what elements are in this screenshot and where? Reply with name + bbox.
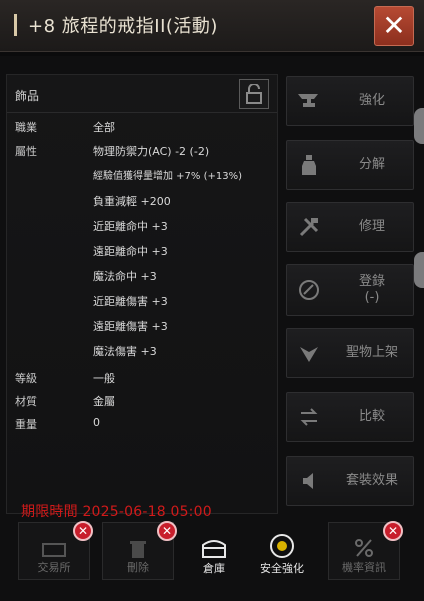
expire-time: 期限時間 2025-06-18 05:00 [21,504,212,520]
attr-value: 遠距離傷害 +3 [93,320,168,333]
attr-value: 魔法命中 +3 [93,270,157,283]
attr-value: 經驗值獲得量增加 +7% (+13%) [93,171,243,182]
close-button[interactable]: ✕ [374,6,414,46]
register-label: 登錄 (-) [331,274,413,306]
attr-row: 屬性 物理防禦力(AC) -2 (-2) [7,139,277,161]
exchange-button[interactable]: 交易所 ✕ [18,521,93,580]
register-icon [287,279,331,301]
exchange-label: 交易所 [37,561,71,574]
register-button[interactable]: 登錄 (-) [286,264,414,316]
attr-key: 屬性 [15,145,37,158]
item-category-label: 飾品 [15,89,40,103]
info-header: 飾品 [7,75,277,113]
speaker-icon [287,472,331,490]
set-effect-label: 套裝效果 [345,473,398,488]
percent-icon [355,539,373,557]
item-title: +8 旅程的戒指II(活動) [28,16,218,37]
attr-key: 等級 [15,372,37,385]
attr-row: 遠距離命中 +3 [7,239,277,261]
attr-row: 等級 一般 [7,366,277,388]
hammer-wrench-icon [287,216,331,238]
attr-value: 魔法傷害 +3 [93,345,157,358]
attr-key: 材質 [15,395,37,408]
attr-row: 材質 金屬 [7,389,277,411]
repair-button[interactable]: 修理 [286,202,414,252]
disabled-x-icon: ✕ [157,521,177,541]
relic-button[interactable]: 聖物上架 [286,328,414,378]
compare-label: 比較 [358,409,385,424]
attr-key: 職業 [15,121,37,134]
disassemble-label: 分解 [358,157,385,172]
attr-row: 近距離傷害 +3 [7,289,277,311]
attr-value: 0 [93,416,100,429]
relic-icon [287,342,331,364]
item-info-panel: 飾品 職業 全部 屬性 物理防禦力(AC) -2 (-2) 經驗值獲得量增加 +… [6,74,278,520]
attr-row: 負重減輕 +200 [7,189,277,211]
warehouse-label: 倉庫 [203,562,225,575]
attr-row: 重量 0 [7,412,277,434]
register-label-line2: (-) [364,290,380,305]
attr-row: 近距離命中 +3 [7,214,277,236]
safe-enhance-button[interactable]: 安全強化 [246,522,318,580]
attr-value: 近距離傷害 +3 [93,295,168,308]
title-bar: +8 旅程的戒指II(活動) ✕ [0,0,424,52]
unlock-icon[interactable] [239,79,269,109]
attr-value: 近距離命中 +3 [93,220,168,233]
attr-value: 負重減輕 +200 [93,195,171,208]
trash-icon [130,541,146,558]
scroll-edge-handle[interactable] [414,252,424,288]
chest-icon [202,540,226,558]
close-x-icon: ✕ [382,9,406,42]
title-accent-bar [14,14,17,36]
safe-enhance-label: 安全強化 [260,562,304,575]
bottle-icon [287,154,331,176]
register-label-line1: 登錄 [358,274,385,289]
probability-info-label: 機率資訊 [342,561,386,574]
attr-row: 魔法命中 +3 [7,264,277,286]
attr-row: 經驗值獲得量增加 +7% (+13%) [7,163,277,185]
anvil-icon [287,92,331,110]
delete-button[interactable]: 刪除 ✕ [102,521,177,580]
attr-row: 遠距離傷害 +3 [7,314,277,336]
relic-label: 聖物上架 [345,345,398,360]
exchange-icon [42,543,66,557]
enhance-button[interactable]: 強化 [286,76,414,126]
disabled-x-icon: ✕ [383,521,403,541]
attr-key: 重量 [15,418,37,431]
enhance-label: 強化 [358,93,385,108]
attr-value: 金屬 [93,395,115,408]
item-detail-panel: 飾品 職業 全部 屬性 物理防禦力(AC) -2 (-2) 經驗值獲得量增加 +… [0,56,424,601]
repair-label: 修理 [358,219,385,234]
disabled-x-icon: ✕ [73,521,93,541]
warehouse-button[interactable]: 倉庫 [178,522,250,580]
attr-value: 物理防禦力(AC) -2 (-2) [93,145,210,158]
attr-value: 遠距離命中 +3 [93,245,168,258]
scroll-edge-handle[interactable] [414,108,424,144]
delete-label: 刪除 [127,561,149,574]
compare-button[interactable]: 比較 [286,392,414,442]
attr-value: 全部 [93,121,115,134]
attr-row: 魔法傷害 +3 [7,339,277,361]
disassemble-button[interactable]: 分解 [286,140,414,190]
attr-value: 一般 [93,372,115,385]
set-effect-button[interactable]: 套裝效果 [286,456,414,506]
compare-arrows-icon [287,408,331,426]
probability-info-button[interactable]: 機率資訊 ✕ [328,521,403,580]
attr-row: 職業 全部 [7,115,277,137]
safe-enhance-icon [270,534,294,558]
